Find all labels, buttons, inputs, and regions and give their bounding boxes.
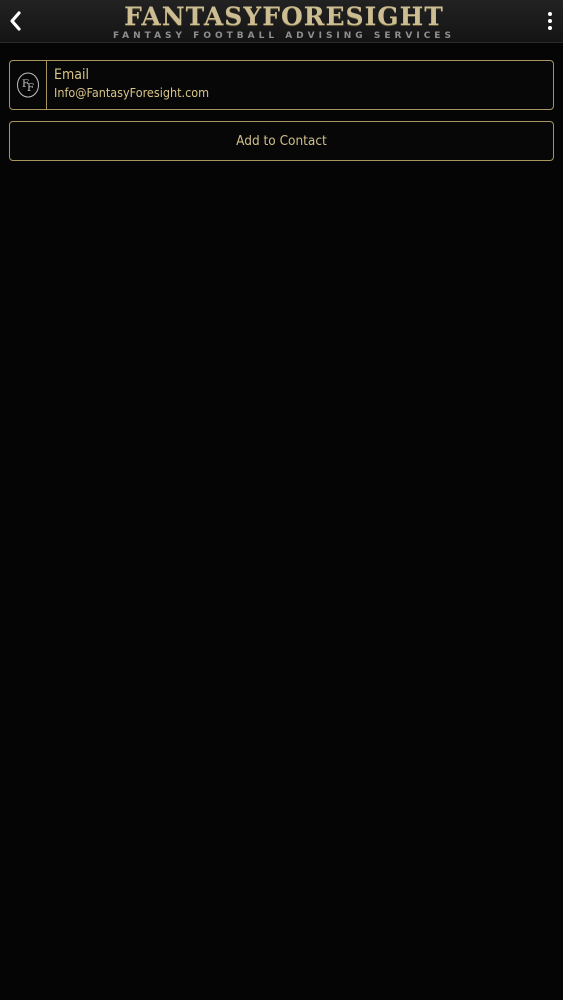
chevron-left-icon: [10, 11, 21, 31]
card-icon-box: F F: [10, 61, 47, 109]
logo-subtitle: FANTASY FOOTBALL ADVISING SERVICES: [113, 31, 455, 41]
email-contact-card[interactable]: F F Email Info@FantasyForesight.com: [9, 60, 554, 110]
card-title: Email: [54, 67, 89, 83]
overflow-menu-icon: [548, 12, 552, 30]
svg-text:F: F: [27, 83, 34, 94]
logo-title: FANTASYFORESIGHT: [124, 2, 444, 31]
add-to-contact-button[interactable]: Add to Contact: [9, 121, 554, 161]
app-header: FANTASYFORESIGHT FANTASY FOOTBALL ADVISI…: [0, 0, 563, 43]
ff-logo-icon: F F: [17, 72, 39, 98]
email-address[interactable]: Info@FantasyForesight.com: [54, 85, 209, 101]
app-logo: FANTASYFORESIGHT FANTASY FOOTBALL ADVISI…: [64, 2, 504, 42]
back-button[interactable]: [6, 9, 26, 33]
overflow-menu-button[interactable]: [545, 11, 555, 31]
card-text: Email Info@FantasyForesight.com: [54, 67, 209, 101]
